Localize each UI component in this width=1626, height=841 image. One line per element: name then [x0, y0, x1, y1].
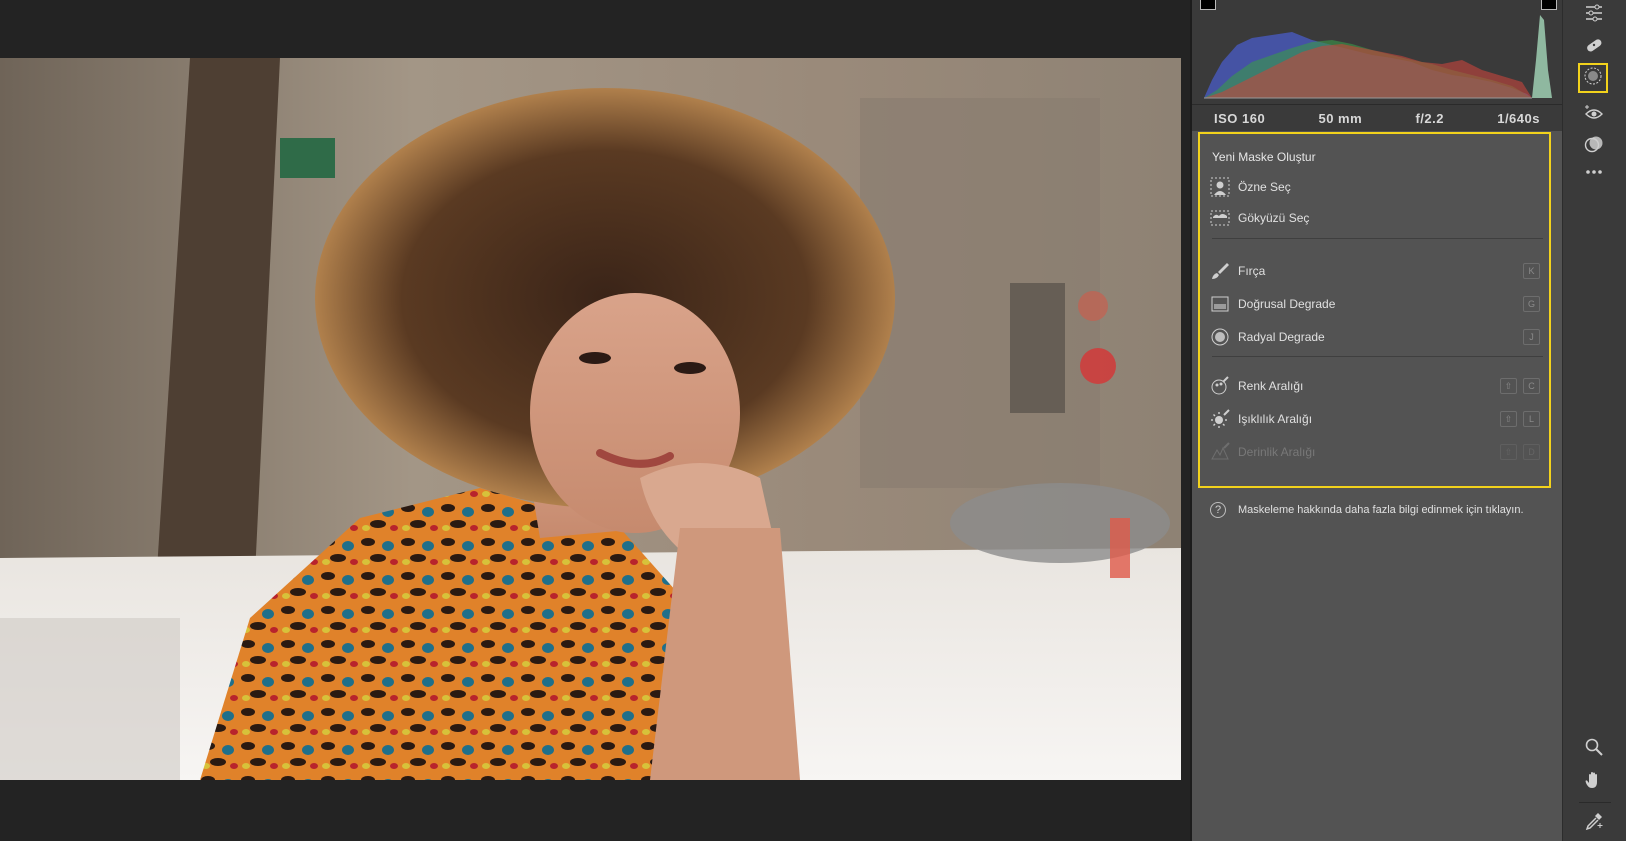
select-sky-button[interactable]: Gökyüzü Seç: [1210, 205, 1540, 231]
select-subject-button[interactable]: Özne Seç: [1210, 174, 1540, 200]
color-range-label: Renk Aralığı: [1238, 379, 1304, 393]
shortcut-key: G: [1523, 296, 1540, 312]
shortcut-key: C: [1523, 378, 1540, 394]
zoom-tool-button[interactable]: [1579, 734, 1609, 764]
masking-help-link[interactable]: ? Maskeleme hakkında daha fazla bilgi ed…: [1210, 502, 1524, 518]
eyedropper-icon: [1584, 811, 1604, 836]
exif-iso: ISO 160: [1214, 110, 1266, 126]
depth-range-icon: [1210, 442, 1230, 462]
radial-gradient-icon: [1210, 327, 1230, 347]
separator: [1212, 238, 1543, 239]
zoom-icon: [1584, 737, 1604, 762]
brush-button[interactable]: Fırça K: [1210, 258, 1540, 284]
healing-bandage-icon: [1584, 35, 1604, 60]
red-eye-icon: [1584, 103, 1604, 128]
hand-tool-button[interactable]: [1579, 767, 1609, 797]
exif-aperture: f/2.2: [1415, 110, 1444, 126]
shortcut-key: K: [1523, 263, 1540, 279]
color-range-button[interactable]: Renk Aralığı ⇧ C: [1210, 373, 1540, 399]
more-tools-button[interactable]: [1579, 159, 1609, 189]
presets-icon: [1584, 134, 1604, 159]
select-sky-label: Gökyüzü Seç: [1238, 211, 1310, 225]
portrait-photo: [0, 58, 1181, 780]
shortcut-modifier: ⇧: [1500, 411, 1517, 427]
brush-icon: [1210, 261, 1230, 281]
masking-tool-button[interactable]: [1578, 63, 1608, 93]
help-text: Maskeleme hakkında daha fazla bilgi edin…: [1238, 504, 1524, 516]
radial-gradient-button[interactable]: Radyal Degrade J: [1210, 324, 1540, 350]
depth-range-label: Derinlik Aralığı: [1238, 445, 1316, 459]
select-subject-label: Özne Seç: [1238, 180, 1291, 194]
shortcut-key: J: [1523, 329, 1540, 345]
image-canvas[interactable]: [0, 0, 1190, 841]
histogram-graph: [1204, 15, 1552, 99]
sky-icon: [1210, 208, 1230, 228]
photo-preview[interactable]: [0, 58, 1181, 780]
create-new-mask-title: Yeni Maske Oluştur: [1212, 150, 1316, 164]
more-icon: [1584, 162, 1604, 187]
exif-focal-length: 50 mm: [1318, 110, 1363, 126]
linear-gradient-label: Doğrusal Degrade: [1238, 297, 1336, 311]
radial-gradient-label: Radyal Degrade: [1238, 330, 1325, 344]
shortcut-modifier: ⇧: [1500, 378, 1517, 394]
separator: [1579, 802, 1611, 803]
shadow-clipping-toggle[interactable]: [1200, 0, 1216, 10]
brush-label: Fırça: [1238, 264, 1266, 278]
highlight-clipping-toggle[interactable]: [1541, 0, 1557, 10]
eyedropper-tool-button[interactable]: [1579, 808, 1609, 838]
healing-tool-button[interactable]: [1579, 32, 1609, 62]
tool-strip: [1562, 0, 1626, 841]
shortcut-key: D: [1523, 444, 1540, 460]
depth-range-button: Derinlik Aralığı ⇧ D: [1210, 439, 1540, 465]
edit-tool-button[interactable]: [1579, 0, 1609, 30]
luminance-range-label: Işıklılık Aralığı: [1238, 412, 1313, 426]
hand-icon: [1584, 770, 1604, 795]
color-range-icon: [1210, 376, 1230, 396]
histogram: [1192, 0, 1562, 104]
edit-sliders-icon: [1584, 3, 1604, 28]
linear-gradient-icon: [1210, 294, 1230, 314]
create-new-mask-section: Yeni Maske Oluştur Özne Seç Gökyüzü Seç …: [1198, 132, 1551, 488]
shortcut-key: L: [1523, 411, 1540, 427]
help-icon: ?: [1210, 502, 1226, 518]
subject-icon: [1210, 177, 1230, 197]
exif-info-bar: ISO 160 50 mm f/2.2 1/640s: [1192, 104, 1562, 131]
red-eye-tool-button[interactable]: [1579, 100, 1609, 130]
linear-gradient-button[interactable]: Doğrusal Degrade G: [1210, 291, 1540, 317]
masking-icon: [1583, 66, 1603, 91]
separator: [1212, 356, 1543, 357]
exif-shutter: 1/640s: [1497, 110, 1540, 126]
luminance-range-button[interactable]: Işıklılık Aralığı ⇧ L: [1210, 406, 1540, 432]
masking-panel: ISO 160 50 mm f/2.2 1/640s Yeni Maske Ol…: [1192, 0, 1562, 841]
luminance-range-icon: [1210, 409, 1230, 429]
presets-tool-button[interactable]: [1579, 131, 1609, 161]
shortcut-modifier: ⇧: [1500, 444, 1517, 460]
